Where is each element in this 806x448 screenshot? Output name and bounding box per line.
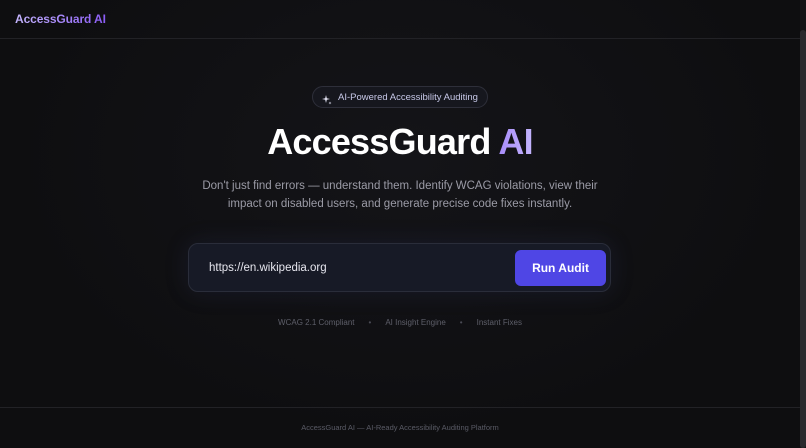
sparkle-icon [322, 92, 332, 105]
page-title: AccessGuard AI [0, 120, 800, 164]
page: AccessGuard AI AI-Powered Accessibility … [0, 0, 806, 448]
feature-separator: • [368, 318, 372, 327]
badge-text: AI-Powered Accessibility Auditing [338, 91, 478, 103]
run-audit-button[interactable]: Run Audit [515, 250, 606, 286]
brand-logo[interactable]: AccessGuard AI [15, 12, 106, 26]
footer: AccessGuard AI — AI-Ready Accessibility … [0, 407, 800, 448]
hero-subtitle: Don't just find errors — understand them… [202, 180, 598, 210]
title-main: AccessGuard [267, 121, 491, 162]
scrollbar-track[interactable] [800, 0, 806, 448]
feature-wcag: WCAG 2.1 Compliant [278, 318, 355, 327]
feature-list: WCAG 2.1 Compliant • AI Insight Engine •… [0, 318, 800, 327]
url-input[interactable] [201, 252, 517, 283]
hero-badge: AI-Powered Accessibility Auditing [312, 86, 488, 108]
feature-instant-fixes: Instant Fixes [476, 318, 522, 327]
scrollbar-thumb[interactable] [800, 30, 806, 448]
feature-ai-insight: AI Insight Engine [385, 318, 446, 327]
navbar: AccessGuard AI [0, 0, 800, 39]
title-accent: AI [498, 121, 533, 162]
footer-text: AccessGuard AI — AI-Ready Accessibility … [301, 423, 499, 432]
feature-separator: • [459, 318, 463, 327]
audit-form: Run Audit [188, 243, 611, 292]
